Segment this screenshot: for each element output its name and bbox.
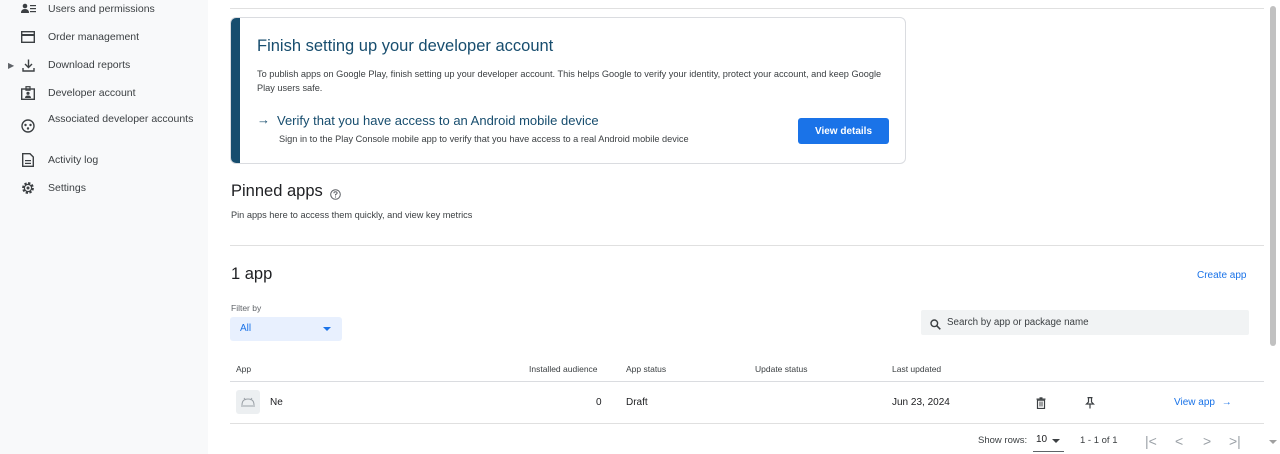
card-title: Finish setting up your developer account: [257, 37, 554, 55]
sidebar-item-activity-log[interactable]: Activity log: [0, 153, 208, 167]
arrow-right-icon: →: [257, 112, 270, 127]
divider: [230, 245, 1264, 246]
search-icon: [930, 317, 941, 335]
vertical-scrollbar[interactable]: [1268, 0, 1278, 454]
verify-device-title: Verify that you have access to an Androi…: [277, 113, 599, 128]
delete-icon[interactable]: [1036, 396, 1046, 414]
sidebar-item-settings[interactable]: Settings: [0, 181, 208, 195]
verify-device-description: Sign in to the Play Console mobile app t…: [279, 134, 689, 144]
chevron-down-icon: [1052, 439, 1060, 443]
card-accent-bar: [231, 18, 240, 163]
pinned-apps-title: Pinned apps: [231, 182, 323, 200]
view-app-label: View app: [1174, 397, 1215, 408]
column-header-last-updated[interactable]: Last updated: [892, 364, 941, 374]
sidebar-item-label: Associated developer accounts: [48, 113, 194, 125]
sidebar-item-label: Settings: [48, 181, 86, 194]
gear-icon: [20, 180, 36, 196]
view-details-button[interactable]: View details: [798, 118, 889, 144]
pinned-apps-subtitle: Pin apps here to access them quickly, an…: [231, 210, 473, 220]
apps-count-title: 1 app: [231, 265, 273, 283]
column-header-update-status[interactable]: Update status: [755, 364, 807, 374]
sidebar-item-developer-account[interactable]: Developer account: [0, 86, 208, 100]
sidebar-item-associated-developer-accounts[interactable]: Associated developer accounts: [0, 112, 208, 140]
help-icon[interactable]: [330, 187, 341, 205]
create-app-link[interactable]: Create app: [1197, 270, 1246, 281]
last-page-icon[interactable]: >|: [1229, 433, 1241, 449]
column-header-app-status[interactable]: App status: [626, 364, 666, 374]
sidebar: Users and permissions Order management ▶…: [0, 0, 208, 454]
sidebar-item-label: Activity log: [48, 153, 99, 166]
link-accounts-icon: [20, 118, 36, 134]
scrollbar-thumb[interactable]: [1270, 6, 1276, 346]
column-header-app[interactable]: App: [236, 364, 251, 374]
first-page-icon[interactable]: |<: [1145, 433, 1157, 449]
sidebar-item-order-management[interactable]: Order management: [0, 30, 208, 44]
rows-per-page-value: 10: [1036, 434, 1048, 445]
card-description: To publish apps on Google Play, finish s…: [257, 69, 882, 93]
sidebar-item-label: Download reports: [48, 58, 131, 71]
table-header-divider: [230, 381, 1264, 382]
column-header-installed-audience[interactable]: Installed audience: [529, 364, 598, 374]
app-status-value: Draft: [626, 397, 648, 408]
chevron-down-icon: [323, 327, 331, 331]
pin-icon[interactable]: [1085, 396, 1095, 414]
last-updated-value: Jun 23, 2024: [892, 397, 950, 408]
show-rows-label: Show rows:: [978, 435, 1028, 446]
arrow-right-icon: →: [1221, 397, 1232, 408]
pagination-range: 1 - 1 of 1: [1080, 435, 1118, 446]
scroll-down-icon[interactable]: [1269, 440, 1277, 444]
expand-caret-icon[interactable]: ▶: [8, 61, 14, 70]
sidebar-item-users-and-permissions[interactable]: Users and permissions: [0, 2, 208, 16]
search-box[interactable]: [921, 310, 1249, 335]
filter-dropdown[interactable]: All: [230, 317, 342, 341]
search-input[interactable]: [947, 310, 1242, 335]
id-badge-icon: [20, 85, 36, 101]
sidebar-item-label: Users and permissions: [48, 2, 155, 15]
view-app-link[interactable]: View app →: [1174, 397, 1232, 408]
previous-page-icon[interactable]: <: [1175, 433, 1183, 449]
document-icon: [20, 152, 36, 168]
filter-value: All: [240, 323, 252, 334]
sidebar-item-download-reports[interactable]: ▶ Download reports: [0, 58, 208, 72]
download-icon: [20, 57, 36, 73]
filter-label: Filter by: [231, 303, 262, 313]
users-icon: [20, 1, 36, 17]
rows-per-page-select[interactable]: 10: [1033, 432, 1064, 452]
table-row-divider: [230, 423, 1264, 424]
setup-account-card: Finish setting up your developer account…: [230, 17, 906, 164]
installed-audience-value: 0: [596, 397, 602, 408]
app-name[interactable]: Ne: [270, 397, 283, 408]
sidebar-item-label: Order management: [48, 30, 140, 43]
divider: [230, 8, 1264, 9]
sidebar-item-label: Developer account: [48, 86, 136, 99]
next-page-icon[interactable]: >: [1203, 433, 1211, 449]
credit-card-icon: [20, 29, 36, 45]
app-placeholder-icon: [236, 390, 260, 414]
